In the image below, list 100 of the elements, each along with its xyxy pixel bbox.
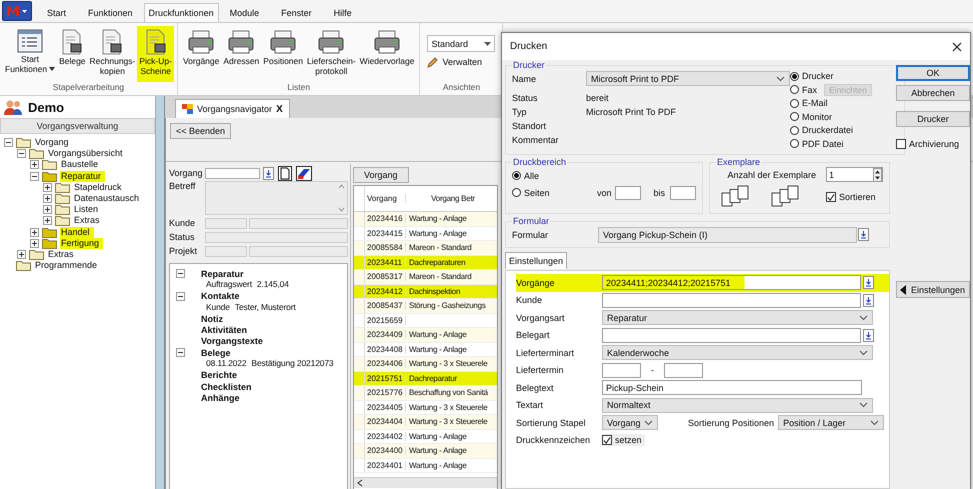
section-title[interactable]: Anhänge	[201, 392, 240, 403]
input-field[interactable]	[602, 292, 861, 308]
ribbon-button[interactable]: Belege	[57, 26, 88, 82]
ribbon-tab[interactable]: Funktionen	[77, 3, 144, 22]
dialog-button[interactable]: OK	[896, 65, 970, 81]
radio-label[interactable]: Alle	[524, 170, 574, 180]
eraser-icon[interactable]	[296, 166, 312, 180]
table-row[interactable]: 20234400 Wartung - Anlage	[354, 444, 497, 458]
picker-icon[interactable]	[863, 294, 874, 307]
collapse-icon[interactable]	[176, 269, 185, 278]
checkbox-label[interactable]: Archivierung	[909, 139, 960, 149]
tree-item[interactable]: Stapeldruck	[73, 182, 126, 193]
expand-icon[interactable]	[30, 160, 39, 170]
table-row[interactable]: 20234412 Dachinspektion	[354, 284, 497, 299]
radio-button[interactable]	[790, 98, 799, 108]
dialog-button[interactable]: Drucker	[896, 111, 970, 127]
dropdown[interactable]: Kalenderwoche	[602, 345, 873, 360]
tree-item[interactable]: Vorgangsübersicht	[47, 148, 127, 160]
section-title[interactable]: Berichte	[201, 370, 238, 380]
close-icon[interactable]	[952, 42, 962, 52]
section-title[interactable]: Aktivitäten	[201, 325, 248, 336]
collapse-icon[interactable]	[17, 149, 26, 158]
section-title[interactable]: Belege	[201, 348, 231, 358]
section-title[interactable]: Kontakte	[201, 291, 240, 302]
dropdown[interactable]: Vorgang	[602, 415, 658, 430]
settings-tab[interactable]: Einstellungen	[505, 252, 568, 269]
spin-arrows-icon[interactable]	[873, 168, 882, 182]
radio-button[interactable]	[790, 126, 799, 135]
table-row[interactable]: 20234404 Wartung - 3 x Steuerele	[354, 415, 497, 430]
table-row[interactable]: 20234406 Wartung - 3 x Steuerele	[354, 357, 497, 372]
picker-icon[interactable]	[863, 276, 874, 290]
checkbox-label[interactable]: Sortieren	[839, 192, 876, 202]
collapse-icon[interactable]	[176, 348, 185, 358]
ribbon-button[interactable]: Start Funktionen	[3, 26, 58, 82]
table-row[interactable]: 20234411 Dachreparaturen	[354, 256, 497, 270]
checkbox[interactable]	[896, 139, 906, 149]
tree-item[interactable]: Programmende	[34, 260, 102, 272]
ribbon-tab[interactable]: Druckfunktionen	[144, 3, 219, 23]
manage-button[interactable]: Verwalten	[427, 56, 496, 68]
input-field[interactable]	[602, 362, 641, 378]
ribbon-button[interactable]: Positionen	[261, 26, 305, 82]
ribbon-tab[interactable]: Fenster	[270, 3, 323, 22]
input-field[interactable]	[205, 168, 260, 178]
table-row[interactable]: 20234416 Wartung - Anlage	[354, 212, 497, 226]
column-header[interactable]: Vorgang	[365, 194, 406, 203]
collapse-icon[interactable]	[4, 138, 13, 148]
radio-button[interactable]	[790, 72, 799, 81]
radio-button[interactable]	[790, 85, 799, 94]
input-field[interactable]	[614, 186, 641, 200]
input-field[interactable]: Pickup-Schein	[602, 380, 862, 396]
picker-icon[interactable]	[863, 328, 874, 342]
ribbon-button[interactable]: Lieferschein- protokoll	[305, 26, 358, 82]
expand-icon[interactable]	[43, 182, 52, 192]
scroll-left-icon[interactable]	[357, 479, 363, 487]
tree-item[interactable]: Extras	[73, 215, 104, 226]
exit-button[interactable]: << Beenden	[170, 123, 232, 139]
document-tab[interactable]: Vorgangsnavigator X	[175, 99, 290, 118]
table-row[interactable]: 20085317 Mareon - Standard	[354, 270, 497, 284]
section-title[interactable]: Vorgangstexte	[201, 336, 263, 346]
form-field[interactable]: Vorgang Pickup-Schein (I)	[598, 226, 857, 242]
dropdown[interactable]: Reparatur	[602, 310, 873, 326]
radio-label[interactable]: PDF Datei	[802, 138, 844, 149]
section-title[interactable]: Notiz	[201, 314, 223, 324]
table-row[interactable]: 20234409 Wartung - Anlage	[354, 328, 497, 342]
table-row[interactable]: 20215776 Beschaffung von Sanitä	[354, 386, 497, 400]
radio-label[interactable]: Monitor	[802, 112, 832, 122]
collapse-icon[interactable]	[30, 172, 39, 181]
tree-item[interactable]: Fertigung	[60, 238, 104, 249]
app-menu-button[interactable]	[2, 1, 32, 21]
radio-label[interactable]: Drucker	[802, 71, 834, 82]
input-field[interactable]	[205, 246, 247, 256]
radio-button[interactable]	[790, 112, 799, 122]
tree-item[interactable]: Listen	[73, 204, 102, 216]
radio-label[interactable]: E-Mail	[802, 98, 828, 108]
input-field[interactable]: 20234411;20234412;20215751	[602, 275, 861, 290]
expand-icon[interactable]	[43, 216, 52, 226]
radio-label[interactable]: Fax	[802, 84, 818, 95]
new-document-icon[interactable]	[278, 166, 292, 180]
spin-field[interactable]: 1	[826, 167, 884, 182]
radio-button[interactable]	[512, 171, 521, 180]
section-title[interactable]: Reparatur	[201, 268, 244, 279]
tree-item[interactable]: Vorgang	[34, 137, 73, 148]
picker-icon[interactable]	[263, 166, 274, 180]
input-field[interactable]	[664, 362, 703, 378]
checkbox[interactable]	[602, 435, 612, 446]
table-row[interactable]: 20234401 Wartung - Anlage	[354, 458, 497, 473]
ribbon-tab[interactable]: Hilfe	[322, 3, 363, 22]
ribbon-tab[interactable]: Module	[218, 3, 270, 22]
ribbon-button[interactable]: Rechnungs- kopien	[88, 26, 138, 82]
printer-dropdown[interactable]: Microsoft Print to PDF	[586, 71, 790, 86]
input-field[interactable]	[602, 328, 861, 343]
radio-label[interactable]: Druckerdatei	[802, 125, 854, 136]
tree-item[interactable]: Extras	[47, 248, 78, 260]
input-field[interactable]	[670, 186, 696, 200]
tree-item[interactable]: Datenaustausch	[73, 193, 144, 204]
table-row[interactable]: 20085584 Mareon - Standard	[354, 241, 497, 256]
column-header[interactable]: Vorgang Betr	[406, 194, 497, 203]
tree-item[interactable]: Reparatur	[60, 170, 106, 182]
section-title[interactable]: Checklisten	[201, 382, 252, 392]
input-field[interactable]	[205, 218, 247, 228]
